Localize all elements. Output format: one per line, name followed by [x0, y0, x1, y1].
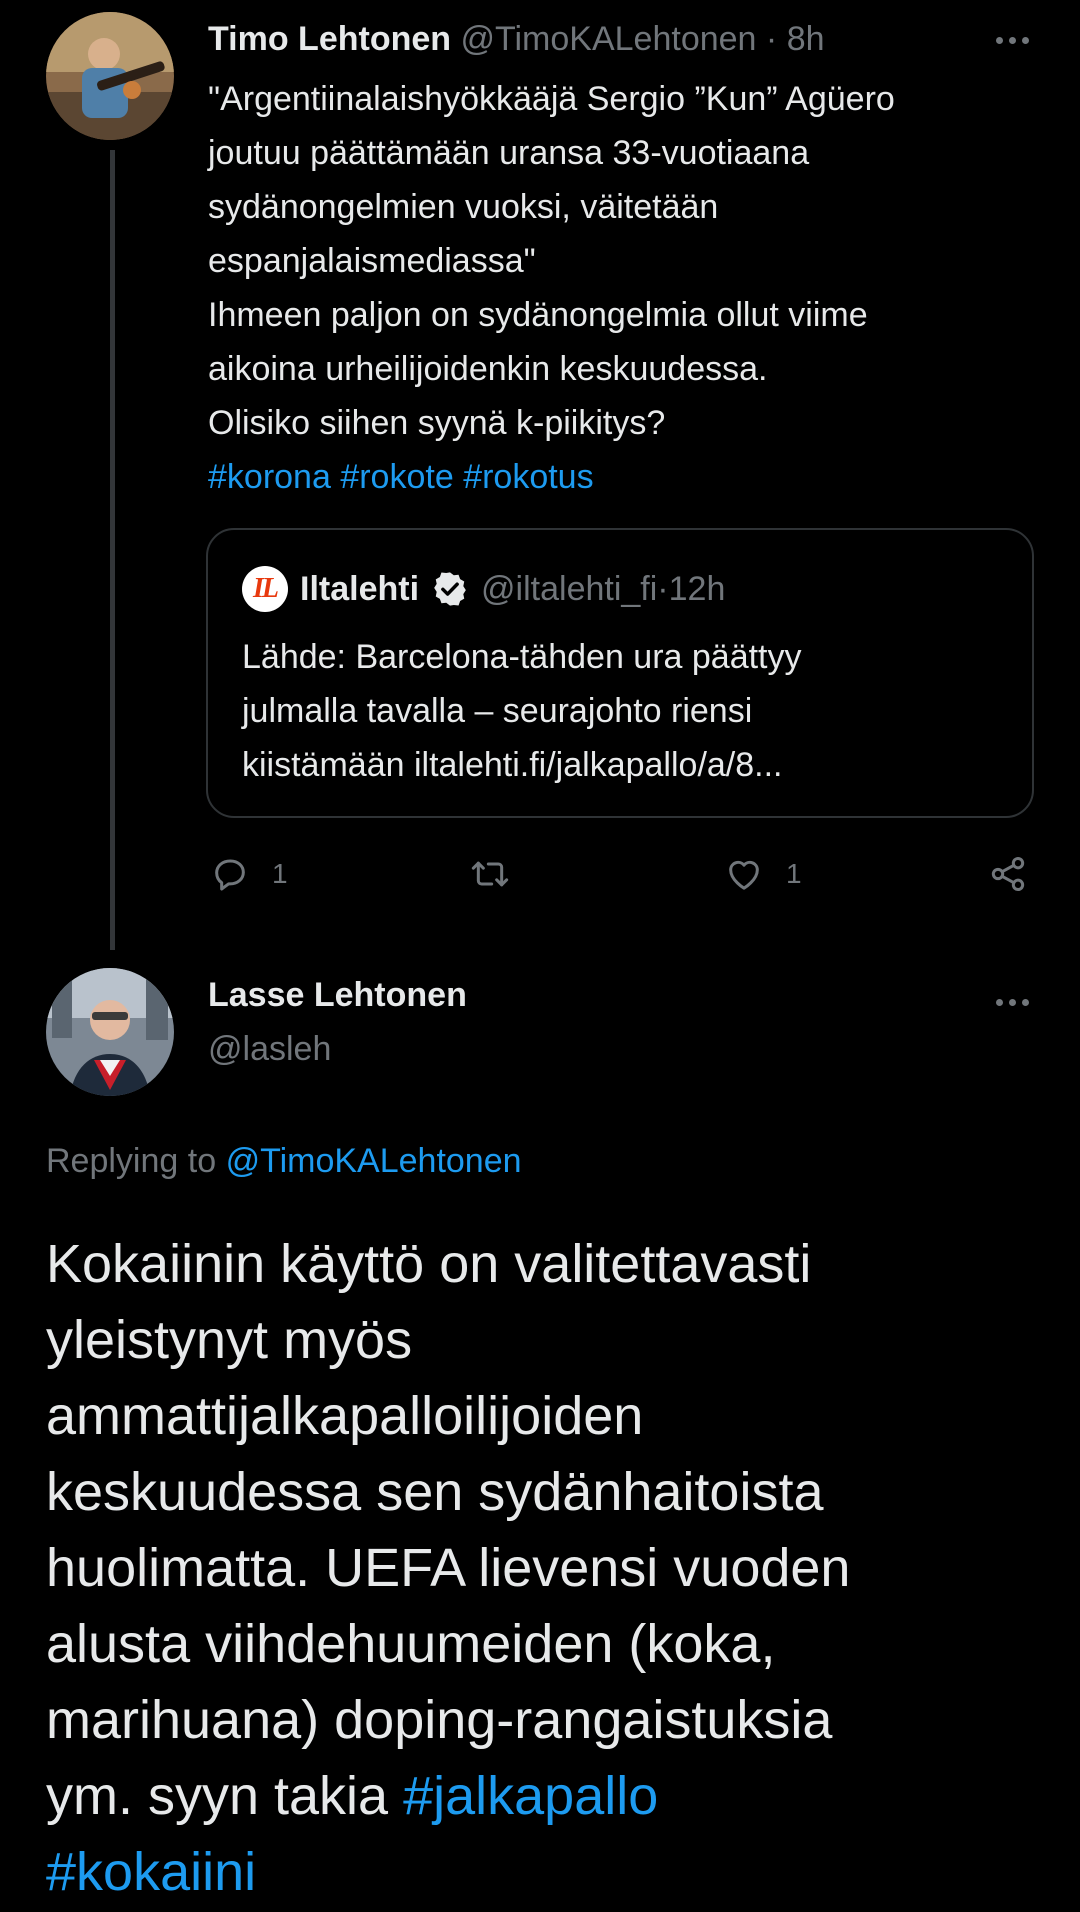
author-handle[interactable]: @TimoKALehtonen: [460, 20, 756, 58]
thread-connector-line: [110, 150, 115, 950]
tweet-time[interactable]: 8h: [787, 20, 825, 58]
text-line: huolimatta. UEFA lievensi vuoden: [46, 1538, 851, 1598]
tweet1-text: "Argentiinalaishyökkääjä Sergio ”Kun” Ag…: [208, 72, 1048, 504]
replying-label: Replying to: [46, 1142, 217, 1180]
iltalehti-logo-avatar[interactable]: IL: [242, 566, 288, 612]
more-dot-icon: [1008, 998, 1016, 1006]
author-handle[interactable]: @lasleh: [208, 1030, 331, 1069]
text-line: joutuu päättämään uransa 33-vuotiaana: [208, 134, 810, 172]
avatar-lasse[interactable]: [46, 968, 174, 1096]
tweet2-text: Kokaiinin käyttö on valitettavasti yleis…: [46, 1226, 1056, 1910]
logo-text: IL: [253, 573, 279, 604]
quoted-tweet-header: IL Iltalehti @iltalehti_fi · 12h: [242, 566, 725, 612]
quoted-author-handle[interactable]: @iltalehti_fi: [481, 570, 657, 609]
text-line: keskuudessa sen sydänhaitoista: [46, 1462, 824, 1522]
more-dot-icon: [1021, 998, 1029, 1006]
text-line: kiistämään iltalehti.fi/jalkapallo/a/8..…: [242, 746, 783, 784]
hashtag-link[interactable]: #rokotus: [463, 458, 593, 496]
separator-dot: ·: [657, 569, 669, 608]
replying-to: Replying to @TimoKALehtonen: [46, 1142, 522, 1181]
quoted-tweet-card[interactable]: IL Iltalehti @iltalehti_fi · 12h Lähde: …: [206, 528, 1034, 818]
text-line: Ihmeen paljon on sydänongelmia ollut vii…: [208, 296, 868, 334]
tweet-thread: Timo Lehtonen @TimoKALehtonen · 8h "Arge…: [0, 0, 1080, 1912]
more-options-button[interactable]: [988, 982, 1036, 1022]
more-dot-icon: [1021, 36, 1029, 44]
hashtag-line: #korona #rokote #rokotus: [208, 450, 1048, 504]
avatar-timo[interactable]: [46, 12, 174, 140]
more-options-button[interactable]: [988, 20, 1036, 60]
hashtag-link[interactable]: #kokaiini: [46, 1842, 256, 1902]
like-button[interactable]: 1: [724, 854, 802, 894]
quoted-tweet-time[interactable]: 12h: [669, 570, 726, 609]
retweet-icon: [471, 861, 509, 887]
text-line: espanjalaismediassa": [208, 242, 536, 280]
text-line: Kokaiinin käyttö on valitettavasti: [46, 1234, 812, 1294]
text-line: yleistynyt myös: [46, 1310, 413, 1370]
hashtag-link[interactable]: #rokote: [340, 458, 453, 496]
text-line: sydänongelmien vuoksi, väitetään: [208, 188, 719, 226]
share-button[interactable]: [988, 854, 1028, 894]
more-dot-icon: [995, 36, 1003, 44]
author-name[interactable]: Timo Lehtonen: [208, 20, 451, 58]
text-line: Olisiko siihen syynä k-piikitys?: [208, 404, 666, 442]
hashtag-link[interactable]: #korona: [208, 458, 331, 496]
reply-icon: [215, 859, 245, 891]
text-fragment: ym. syyn takia: [46, 1766, 404, 1826]
reply-count: 1: [272, 858, 288, 889]
retweet-button[interactable]: [470, 854, 532, 894]
quoted-author-name[interactable]: Iltalehti: [300, 570, 419, 609]
reply-button[interactable]: 1: [210, 854, 288, 894]
text-line: marihuana) doping-rangaistuksia: [46, 1690, 833, 1750]
share-icon: [991, 857, 1025, 891]
text-line: Lähde: Barcelona-tähden ura päättyy: [242, 638, 802, 676]
text-line: julmalla tavalla – seurajohto riensi: [242, 692, 753, 730]
quoted-tweet-text: Lähde: Barcelona-tähden ura päättyy julm…: [242, 630, 1002, 792]
heart-icon: [729, 860, 759, 890]
tweet1-header: Timo Lehtonen @TimoKALehtonen · 8h: [208, 14, 825, 64]
text-line: ym. syyn takia #jalkapallo: [46, 1758, 1056, 1834]
text-line: "Argentiinalaishyökkääjä Sergio ”Kun” Ag…: [208, 80, 895, 118]
text-line: ammattijalkapalloilijoiden: [46, 1386, 644, 1446]
hashtag-link[interactable]: #jalkapallo: [403, 1766, 658, 1826]
text-line: aikoina urheilijoidenkin keskuudessa.: [208, 350, 768, 388]
like-count: 1: [786, 858, 802, 889]
more-dot-icon: [995, 998, 1003, 1006]
separator-dot: ·: [756, 20, 787, 58]
verified-badge-icon: [434, 572, 466, 606]
more-dot-icon: [1008, 36, 1016, 44]
text-line: alusta viihdehuumeiden (koka,: [46, 1614, 776, 1674]
text-line: #kokaiini: [46, 1834, 1056, 1910]
replying-to-link[interactable]: @TimoKALehtonen: [226, 1142, 522, 1180]
author-name[interactable]: Lasse Lehtonen: [208, 976, 467, 1015]
